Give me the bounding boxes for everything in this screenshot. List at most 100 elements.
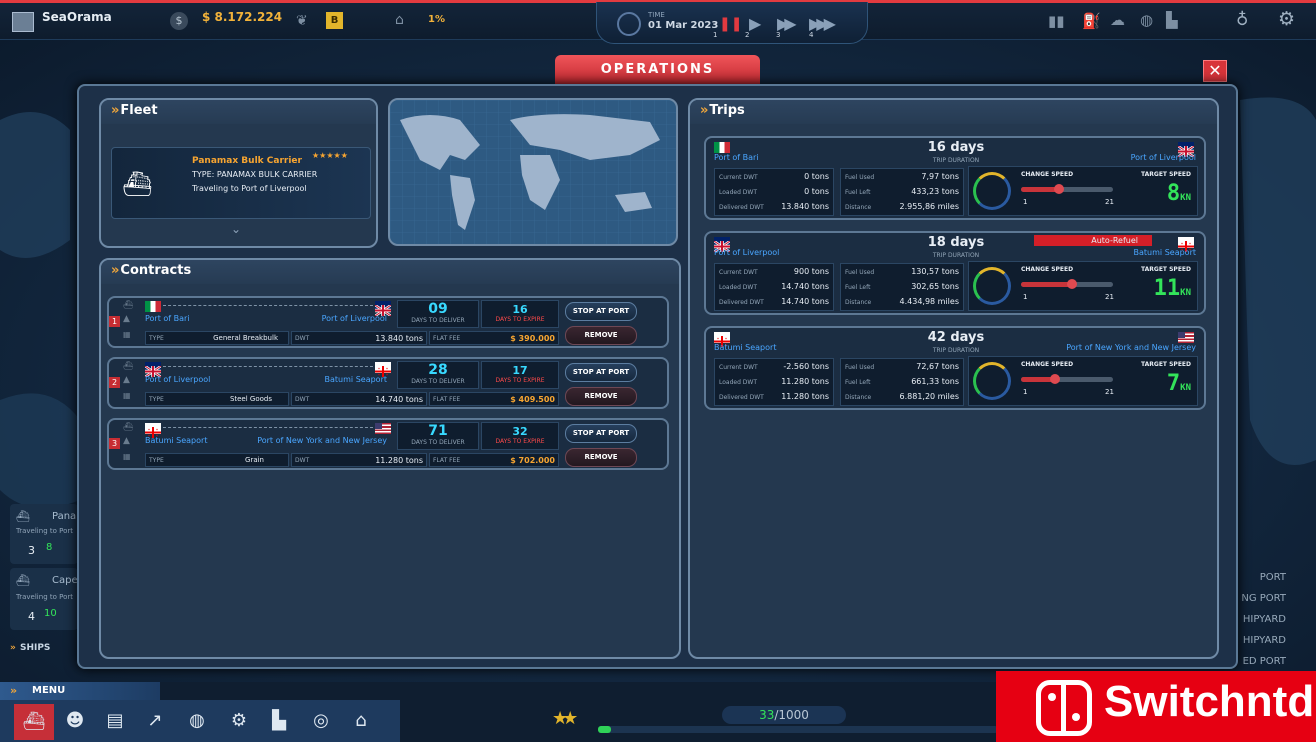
flag-georgia-icon — [1178, 237, 1194, 252]
dwt-stats-box: Current DWT 900 tons Loaded DWT 14.740 tons… — [714, 263, 834, 311]
current-dwt: 900 tons — [793, 267, 829, 276]
route-line — [163, 366, 373, 367]
chevron-down-icon[interactable]: ⌄ — [231, 222, 241, 236]
fleet-header: » Fleet — [101, 100, 376, 124]
fuel-dock-icon[interactable]: ▤ — [100, 706, 130, 736]
distance-label: Distance — [845, 204, 872, 211]
fuel-stats-box: Fuel Used 7,97 tons Fuel Left 433,23 tons Di… — [840, 168, 964, 216]
weather-icon[interactable]: ☁ — [1110, 11, 1125, 29]
crew-dock-icon[interactable]: ☻ — [60, 706, 90, 736]
remove-button[interactable]: REMOVE — [565, 448, 637, 467]
warning-icon: ▲ — [123, 375, 130, 385]
dwt-label: DWT — [295, 396, 310, 403]
money-value: $ 8.172.224 — [202, 10, 283, 24]
progress-total: /1000 — [774, 708, 809, 722]
settings-gear-icon[interactable]: ⚙ — [1278, 8, 1295, 30]
side-ship-2-count: 4 — [28, 610, 35, 623]
calendar-icon: ▦ — [123, 330, 131, 339]
bank-dock-icon[interactable]: ⌂ — [346, 706, 376, 736]
side-ship-card-1[interactable]: ⛴ Pana Traveling to Port 3 8 — [10, 504, 78, 564]
trip-card[interactable]: Port of Bari Port of Liverpool 16 days TRIP… — [704, 136, 1206, 220]
fuel-used: 72,67 tons — [916, 362, 959, 371]
world-dock-icon[interactable]: ◍ — [182, 706, 212, 736]
side-ship-2-status: Traveling to Port — [16, 593, 73, 601]
play-icon[interactable]: ▶ — [749, 14, 761, 33]
calendar-icon: ▦ — [123, 391, 131, 400]
cargo-dwt: 11.280 tons — [375, 456, 423, 465]
delivered-dwt: 13.840 tons — [781, 202, 829, 211]
speed-slider-handle[interactable] — [1050, 374, 1060, 384]
achievements-icon[interactable]: ♁ — [1236, 10, 1248, 30]
right-side-item-1[interactable]: NG PORT — [1241, 593, 1286, 604]
speed-slider-handle[interactable] — [1054, 184, 1064, 194]
fee-box: FLAT FEE $ 390.000 — [429, 331, 559, 345]
contract-number: 3 — [109, 438, 120, 449]
fleet-title: Fleet — [120, 103, 158, 118]
speed-slider-track[interactable] — [1021, 374, 1113, 384]
speed-box: CHANGE SPEED 1 21 TARGET SPEED 7KN — [968, 356, 1198, 406]
menu-tab[interactable]: MENU — [0, 682, 160, 700]
buildings-dock-icon[interactable]: ▙ — [264, 706, 294, 736]
trip-card[interactable]: Port of Liverpool Batumi Seaport 18 days TR… — [704, 231, 1206, 315]
stop-at-port-button[interactable]: STOP AT PORT — [565, 424, 637, 443]
flat-fee: $ 409.500 — [510, 395, 555, 404]
flag-uk-icon — [1177, 142, 1195, 159]
speed-slider-track[interactable] — [1021, 279, 1113, 289]
contract-row[interactable]: 1 ▲ ⛴ ▦ Port of Bari Port of Liverpool T… — [107, 296, 669, 348]
fuel-icon[interactable]: ⛽ — [1082, 12, 1101, 30]
stop-at-port-button[interactable]: STOP AT PORT — [565, 302, 637, 321]
world-map-preview[interactable] — [388, 98, 678, 246]
delivered-dwt: 14.740 tons — [781, 297, 829, 306]
stats-icon[interactable]: ▮▮ — [1048, 12, 1065, 30]
company-logo[interactable] — [12, 12, 34, 32]
leaf-icon[interactable]: ❦ — [296, 13, 308, 29]
contract-row[interactable]: 3 ▲ ⛴ ▦ Batumi Seaport Port of New York … — [107, 418, 669, 470]
buildings-icon[interactable]: ▙ — [1166, 11, 1178, 29]
fuel-used-label: Fuel Used — [845, 269, 875, 276]
remove-button[interactable]: REMOVE — [565, 326, 637, 345]
right-side-item-2[interactable]: HIPYARD — [1243, 614, 1286, 625]
speedometer-icon — [973, 267, 1011, 305]
fleet-panel: » Fleet ⛴ Panamax Bulk Carrier ★★★★★ TYPE… — [99, 98, 378, 248]
globe-icon[interactable]: ◍ — [1140, 11, 1153, 29]
route-line — [163, 427, 373, 428]
contract-from: Port of Bari — [145, 314, 190, 323]
contract-row[interactable]: 2 ▲ ⛴ ▦ Port of Liverpool Batumi Seaport… — [107, 357, 669, 409]
stop-at-port-button[interactable]: STOP AT PORT — [565, 363, 637, 382]
dwt-stats-box: Current DWT -2.560 tons Loaded DWT 11.280 t… — [714, 358, 834, 406]
side-ship-card-2[interactable]: ⛴ Cape Traveling to Port 4 10 — [10, 568, 78, 630]
current-dwt: -2.560 tons — [783, 362, 829, 371]
pause-icon[interactable]: ❚❚ — [719, 16, 742, 32]
days-to-deliver-label: DAYS TO DELIVER — [411, 439, 465, 446]
global-settings-dock-icon[interactable]: ◎ — [306, 706, 336, 736]
days-to-expire-label: DAYS TO EXPIRE — [495, 316, 545, 323]
target-speed-label: TARGET SPEED — [1141, 266, 1191, 273]
speed-slider-handle[interactable] — [1067, 279, 1077, 289]
right-side-item-4[interactable]: ED PORT — [1243, 656, 1286, 667]
stats-dock-icon[interactable]: ↗ — [140, 706, 170, 736]
auto-refuel-badge[interactable]: Auto-Refuel — [1034, 235, 1152, 246]
bitcoin-icon[interactable]: B — [326, 12, 343, 29]
right-side-item-3[interactable]: HIPYARD — [1243, 635, 1286, 646]
speed-slider-track[interactable] — [1021, 184, 1113, 194]
expire-box: 17 DAYS TO EXPIRE — [481, 361, 559, 389]
trip-card[interactable]: Batumi Seaport Port of New York and New J… — [704, 326, 1206, 410]
ship-icon: ⛴ — [16, 574, 30, 587]
close-button[interactable]: ✕ — [1203, 60, 1227, 82]
speed-max: 21 — [1105, 293, 1114, 301]
logistics-dock-icon[interactable]: ⚙ — [224, 706, 254, 736]
fee-box: FLAT FEE $ 409.500 — [429, 392, 559, 406]
speed-max: 21 — [1105, 198, 1114, 206]
remove-button[interactable]: REMOVE — [565, 387, 637, 406]
factory-icon[interactable]: ⌂ — [395, 12, 404, 28]
trip-duration-label: TRIP DURATION — [932, 347, 980, 354]
ships-section-label[interactable]: » SHIPS — [10, 643, 50, 653]
date-value: 01 Mar 2023 — [648, 20, 719, 31]
type-box: TYPE Steel Goods — [145, 392, 289, 406]
ships-dock-icon[interactable]: ⛴ — [14, 704, 54, 740]
right-side-item-0[interactable]: PORT — [1260, 572, 1286, 583]
deliver-box: 09 DAYS TO DELIVER — [397, 300, 479, 328]
fleet-ship-card[interactable]: ⛴ Panamax Bulk Carrier ★★★★★ TYPE: PANAM… — [111, 147, 371, 219]
dwt-box: DWT 13.840 tons — [291, 331, 427, 345]
time-label: TIME — [648, 11, 665, 19]
